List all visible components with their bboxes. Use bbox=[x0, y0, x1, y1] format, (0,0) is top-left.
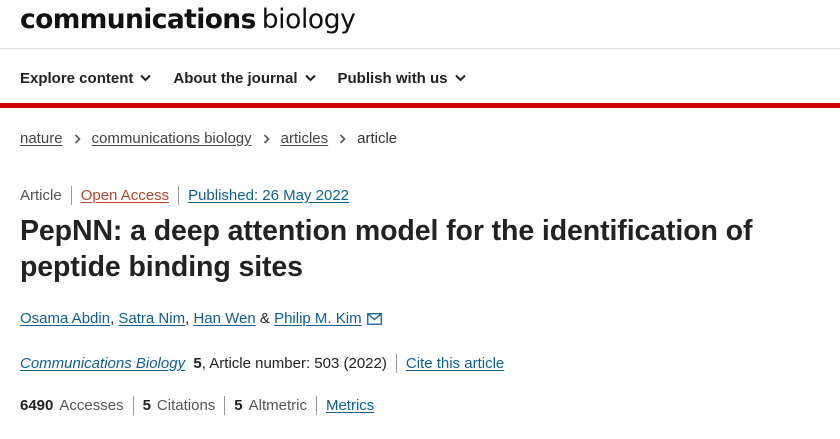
breadcrumb-communications-biology[interactable]: communications biology bbox=[92, 130, 252, 147]
meta-divider bbox=[224, 396, 226, 415]
volume-number: 5 bbox=[193, 355, 202, 372]
article-meta: Article Open Access Published: 26 May 20… bbox=[20, 186, 349, 205]
citation-line: Communications Biology 5, Article number… bbox=[20, 354, 504, 373]
author-link[interactable]: Osama Abdin bbox=[20, 310, 110, 327]
metrics-link[interactable]: Metrics bbox=[326, 397, 374, 414]
chevron-down-icon bbox=[304, 74, 316, 82]
author-link[interactable]: Philip M. Kim bbox=[274, 310, 362, 327]
article-type: Article bbox=[20, 187, 62, 204]
breadcrumb: nature communications biology articles a… bbox=[20, 130, 397, 147]
header-divider bbox=[0, 48, 840, 49]
accesses-count: 6490 bbox=[20, 397, 54, 414]
author-list: Osama Abdin, Satra Nim, Han Wen & Philip… bbox=[20, 310, 382, 327]
chevron-right-icon bbox=[340, 133, 346, 144]
published-date-link[interactable]: Published: 26 May 2022 bbox=[188, 187, 349, 204]
cite-this-article-link[interactable]: Cite this article bbox=[406, 355, 504, 372]
nav-about-journal[interactable]: About the journal bbox=[173, 69, 316, 87]
meta-divider bbox=[315, 396, 317, 415]
citations-label: Citations bbox=[156, 397, 216, 414]
chevron-down-icon bbox=[140, 74, 152, 82]
meta-divider bbox=[178, 186, 180, 205]
nav-publish-with-us[interactable]: Publish with us bbox=[338, 70, 466, 87]
breadcrumb-articles[interactable]: articles bbox=[281, 130, 329, 147]
mail-icon[interactable] bbox=[366, 312, 382, 325]
nav-about-journal-label: About the journal bbox=[173, 69, 298, 87]
open-access-link[interactable]: Open Access bbox=[81, 187, 169, 204]
article-metrics: 6490 Accesses 5 Citations 5 Altmetric Me… bbox=[20, 396, 374, 415]
journal-logo[interactable]: communications biology bbox=[20, 4, 356, 40]
author-separator: , bbox=[185, 310, 190, 327]
altmetric-label: Altmetric bbox=[248, 397, 307, 414]
main-nav: Explore content About the journal Publis… bbox=[20, 66, 488, 90]
accent-bar bbox=[0, 103, 840, 108]
logo-biology: biology bbox=[261, 4, 356, 35]
article-number: , Article number: 503 (2022) bbox=[201, 355, 387, 372]
chevron-down-icon bbox=[454, 74, 466, 82]
author-ampersand: & bbox=[259, 310, 270, 327]
logo-communications: communications bbox=[20, 4, 256, 35]
meta-divider bbox=[70, 186, 72, 205]
nav-explore-content[interactable]: Explore content bbox=[20, 69, 152, 87]
chevron-right-icon bbox=[74, 133, 81, 144]
journal-link[interactable]: Communications Biology bbox=[20, 355, 185, 372]
meta-divider bbox=[132, 396, 134, 415]
breadcrumb-current: article bbox=[357, 130, 398, 147]
nav-publish-with-us-label: Publish with us bbox=[337, 69, 448, 87]
accesses-label: Accesses bbox=[59, 397, 124, 414]
citations-count: 5 bbox=[142, 397, 151, 414]
author-link[interactable]: Satra Nim bbox=[118, 310, 185, 327]
chevron-right-icon bbox=[263, 133, 270, 144]
breadcrumb-nature[interactable]: nature bbox=[20, 130, 63, 147]
author-link[interactable]: Han Wen bbox=[193, 310, 255, 327]
article-title: PepNN: a deep attention model for the id… bbox=[20, 215, 753, 283]
author-separator: , bbox=[110, 310, 115, 327]
nav-explore-content-label: Explore content bbox=[20, 69, 134, 87]
altmetric-count: 5 bbox=[234, 397, 243, 414]
meta-divider bbox=[395, 354, 397, 373]
